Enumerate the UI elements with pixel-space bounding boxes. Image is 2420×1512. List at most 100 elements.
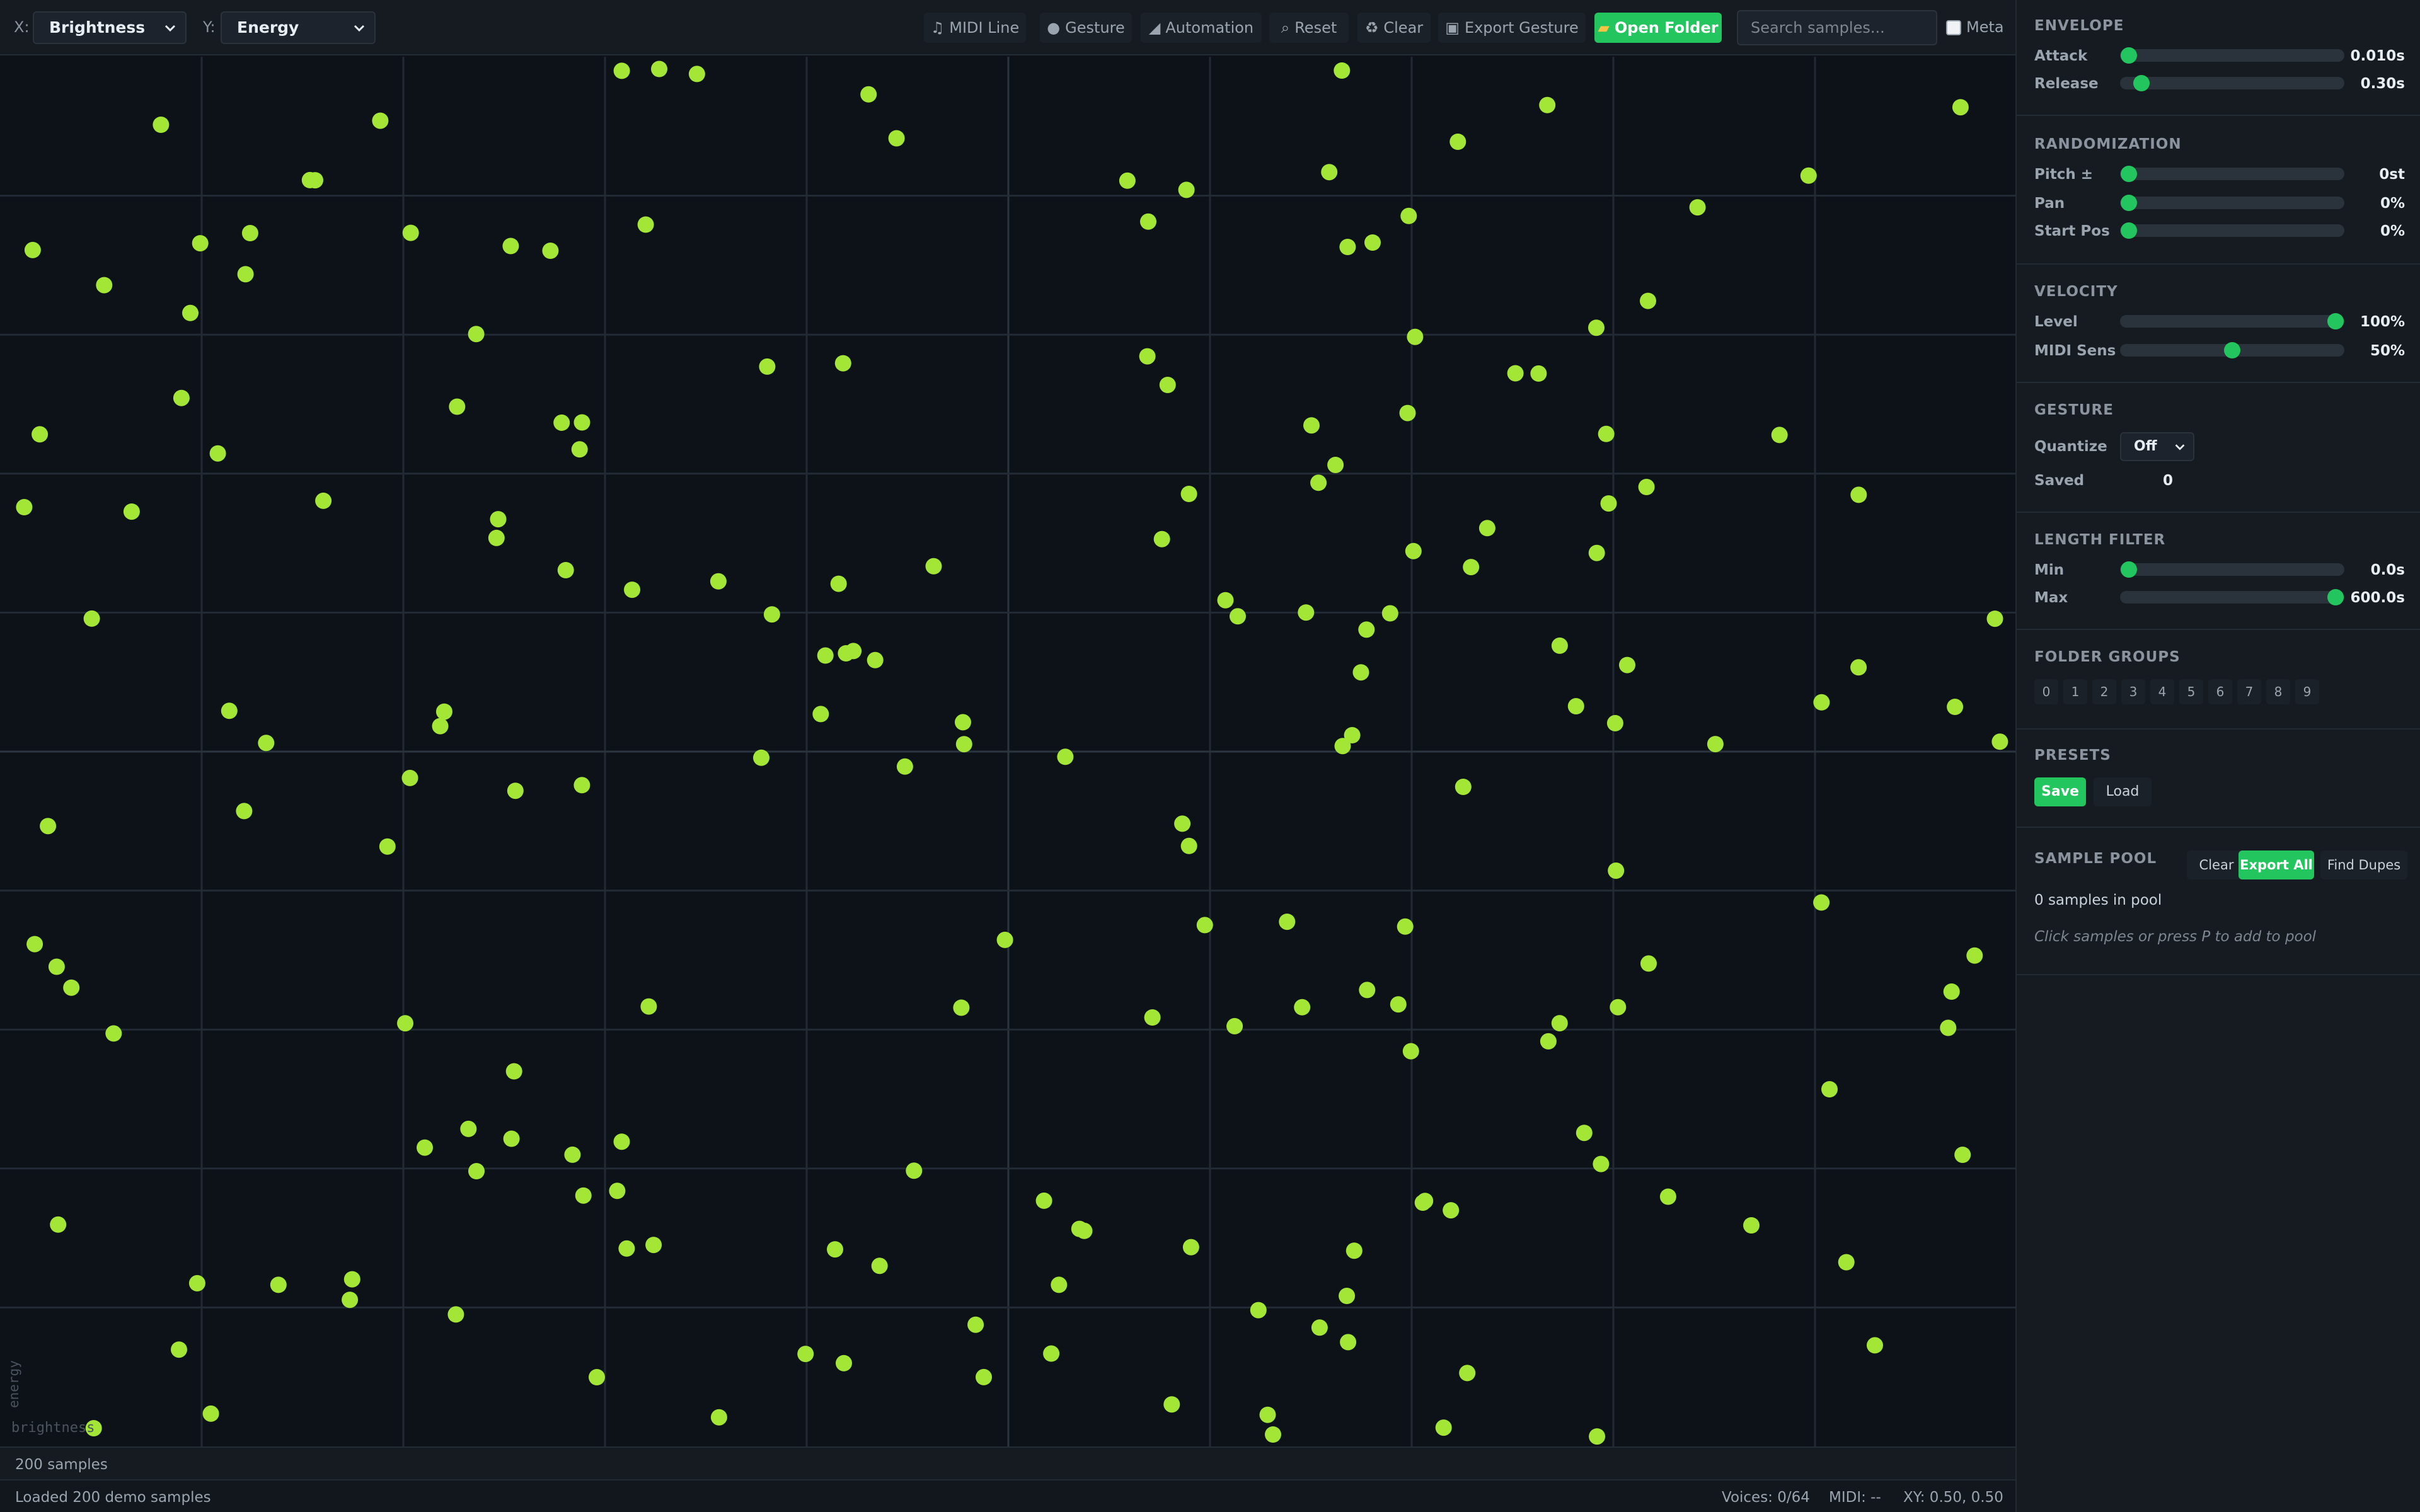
- sample-point[interactable]: [1180, 837, 1197, 854]
- sample-point[interactable]: [401, 769, 418, 786]
- sample-point[interactable]: [1952, 99, 1969, 116]
- x-axis-select[interactable]: Brightness: [33, 11, 187, 44]
- sample-point[interactable]: [557, 562, 574, 578]
- scatter-plot-canvas[interactable]: [0, 57, 2015, 1446]
- sample-point[interactable]: [192, 235, 209, 252]
- sample-point[interactable]: [1076, 1222, 1093, 1239]
- sample-point[interactable]: [1153, 530, 1170, 547]
- sample-point[interactable]: [753, 749, 769, 766]
- sample-point[interactable]: [871, 1257, 888, 1274]
- clear-button[interactable]: ♻ Clear: [1357, 13, 1431, 43]
- sample-point[interactable]: [1359, 982, 1376, 999]
- sample-point[interactable]: [241, 225, 258, 241]
- sample-point[interactable]: [258, 735, 275, 752]
- sample-point[interactable]: [1057, 748, 1074, 765]
- reset-button[interactable]: ⌕ Reset: [1269, 13, 1349, 43]
- sample-point[interactable]: [1838, 1254, 1855, 1271]
- sample-point[interactable]: [609, 1183, 626, 1200]
- sample-point[interactable]: [1339, 239, 1356, 255]
- sample-point[interactable]: [1303, 417, 1320, 434]
- sample-point[interactable]: [209, 445, 226, 462]
- sample-point[interactable]: [490, 511, 507, 528]
- midi-line-button[interactable]: ♫ MIDI Line: [924, 13, 1026, 43]
- sample-point[interactable]: [1182, 1239, 1199, 1256]
- search-input[interactable]: [1737, 10, 1937, 45]
- sample-point[interactable]: [1294, 999, 1311, 1016]
- automation-button[interactable]: ◢ Automation: [1141, 13, 1262, 43]
- sample-point[interactable]: [645, 1237, 662, 1254]
- export-all-button[interactable]: Export All: [2238, 850, 2314, 879]
- sample-point[interactable]: [1140, 213, 1156, 230]
- sample-point[interactable]: [1397, 918, 1414, 935]
- gesture-button[interactable]: ● Gesture: [1040, 13, 1132, 43]
- slider-thumb[interactable]: [2327, 589, 2344, 605]
- sample-point[interactable]: [925, 558, 942, 575]
- sample-point[interactable]: [1610, 999, 1627, 1016]
- sample-point[interactable]: [449, 398, 466, 415]
- sample-point[interactable]: [1455, 779, 1472, 795]
- sample-point[interactable]: [967, 1316, 984, 1333]
- sample-point[interactable]: [63, 979, 80, 996]
- sample-point[interactable]: [637, 216, 654, 233]
- y-axis-select[interactable]: Energy: [221, 11, 376, 44]
- sample-point[interactable]: [1119, 172, 1136, 189]
- sample-point[interactable]: [1551, 637, 1568, 654]
- sample-point[interactable]: [1035, 1192, 1052, 1209]
- sample-point[interactable]: [867, 651, 884, 668]
- sample-point[interactable]: [618, 1240, 635, 1257]
- slider-thumb[interactable]: [2121, 222, 2137, 239]
- sample-point[interactable]: [1339, 1288, 1356, 1304]
- scatter-plot[interactable]: energy brightness: [0, 57, 2015, 1446]
- sample-point[interactable]: [1390, 996, 1407, 1013]
- sample-point[interactable]: [1530, 365, 1547, 382]
- level-slider[interactable]: [2120, 313, 2344, 329]
- sample-point[interactable]: [888, 130, 905, 147]
- sample-point[interactable]: [50, 1216, 67, 1233]
- sample-point[interactable]: [48, 958, 65, 975]
- sample-point[interactable]: [571, 441, 588, 458]
- max-slider[interactable]: [2120, 589, 2344, 605]
- sample-point[interactable]: [270, 1276, 287, 1293]
- sample-point[interactable]: [896, 758, 913, 775]
- sample-point[interactable]: [236, 803, 253, 820]
- sample-point[interactable]: [640, 998, 657, 1015]
- sample-point[interactable]: [613, 62, 630, 79]
- sample-point[interactable]: [24, 241, 41, 258]
- sample-point[interactable]: [1180, 486, 1197, 502]
- sample-point[interactable]: [542, 243, 559, 259]
- slider-thumb[interactable]: [2121, 47, 2137, 64]
- slider-thumb[interactable]: [2133, 75, 2150, 91]
- sample-point[interactable]: [1407, 328, 1424, 345]
- sample-point[interactable]: [1640, 292, 1656, 309]
- sample-point[interactable]: [1321, 164, 1338, 181]
- sample-point[interactable]: [797, 1346, 814, 1363]
- sample-point[interactable]: [188, 1274, 205, 1292]
- sample-point[interactable]: [1943, 983, 1960, 1000]
- sample-point[interactable]: [1051, 1276, 1068, 1293]
- folder-group-button[interactable]: 7: [2237, 679, 2261, 704]
- sample-point[interactable]: [1850, 486, 1867, 503]
- slider-thumb[interactable]: [2121, 195, 2137, 211]
- sample-point[interactable]: [379, 838, 396, 855]
- sample-point[interactable]: [1539, 96, 1556, 113]
- folder-group-button[interactable]: 1: [2063, 679, 2087, 704]
- sample-point[interactable]: [1250, 1302, 1267, 1319]
- sample-point[interactable]: [468, 326, 485, 343]
- sample-point[interactable]: [315, 492, 332, 509]
- start-pos-slider[interactable]: [2120, 222, 2344, 239]
- sample-point[interactable]: [1334, 62, 1351, 79]
- sample-point[interactable]: [1352, 664, 1369, 681]
- sample-point[interactable]: [1954, 1147, 1971, 1163]
- release-slider[interactable]: [2120, 75, 2344, 91]
- sample-point[interactable]: [1850, 659, 1867, 676]
- sample-point[interactable]: [1443, 1202, 1460, 1219]
- sample-point[interactable]: [906, 1162, 923, 1179]
- attack-slider[interactable]: [2120, 47, 2344, 64]
- sample-point[interactable]: [123, 503, 140, 520]
- sample-point[interactable]: [1593, 1155, 1610, 1172]
- sample-point[interactable]: [763, 606, 780, 623]
- sample-point[interactable]: [710, 573, 727, 590]
- sample-point[interactable]: [1507, 365, 1524, 382]
- sample-point[interactable]: [830, 575, 847, 592]
- sample-point[interactable]: [1340, 1334, 1357, 1351]
